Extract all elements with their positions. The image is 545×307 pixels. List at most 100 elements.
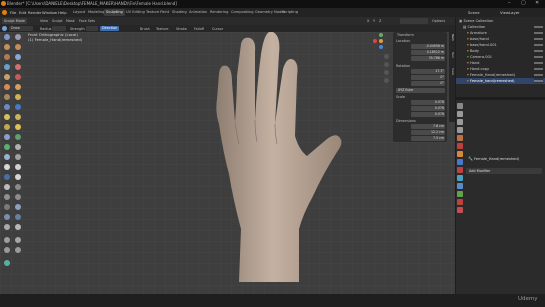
menu-window[interactable]: Window — [42, 10, 57, 15]
scene-selector[interactable]: Scene — [468, 10, 480, 15]
mode-selector[interactable]: Sculpt Mode — [2, 18, 27, 24]
box-face-set-tool-icon[interactable] — [4, 194, 10, 200]
cursor-menu[interactable]: Cursor — [212, 27, 223, 31]
smooth-tool-icon[interactable] — [15, 74, 21, 80]
draw-brush-icon[interactable] — [2, 26, 7, 31]
object-props-icon[interactable] — [457, 151, 463, 157]
tab-texture-paint[interactable]: Texture Paint — [144, 9, 171, 16]
tab-scripting[interactable]: Scripting — [280, 9, 300, 16]
view-layer-selector[interactable]: ViewLayer — [500, 10, 520, 15]
rotate-tool-icon[interactable] — [15, 134, 21, 140]
color-filter-tool-icon[interactable] — [15, 214, 21, 220]
tab-layout[interactable]: Layout — [71, 9, 87, 16]
symmetry-z[interactable]: Z — [379, 19, 381, 23]
clay-strips-tool-icon[interactable] — [15, 44, 21, 50]
nudge-tool-icon[interactable] — [4, 134, 10, 140]
dimensions-y-field[interactable]: 12.2 cm — [411, 130, 445, 135]
draw-face-sets-tool-icon[interactable] — [15, 164, 21, 170]
menu-view[interactable]: View — [40, 19, 48, 23]
scale-y-field[interactable]: 0.078 — [411, 106, 445, 111]
pan-icon[interactable] — [384, 62, 389, 67]
scale-z-field[interactable]: 0.078 — [411, 112, 445, 117]
gizmo-y-axis[interactable] — [379, 33, 383, 37]
mesh-filter-tool-icon[interactable] — [15, 204, 21, 210]
constraints-props-icon[interactable] — [457, 183, 463, 189]
pinch-tool-icon[interactable] — [4, 104, 10, 110]
transform-panel-title[interactable]: Transform — [397, 33, 414, 37]
crease-tool-icon[interactable] — [4, 74, 10, 80]
stroke-menu[interactable]: Stroke — [176, 27, 187, 31]
pose-tool-icon[interactable] — [15, 124, 21, 130]
output-props-icon[interactable] — [457, 119, 463, 125]
blender-menu-icon[interactable] — [2, 10, 7, 15]
menu-edit[interactable]: Edit — [19, 10, 26, 15]
close-button[interactable]: ✕ — [535, 1, 539, 6]
hand-mesh[interactable] — [195, 32, 355, 294]
cloth-tool-icon[interactable] — [4, 154, 10, 160]
menu-file[interactable]: File — [10, 10, 16, 15]
move-tool-icon[interactable] — [4, 237, 10, 243]
outliner-row-selected[interactable]: ▾ Female_hand(remeshed) — [456, 78, 545, 84]
symmetry-y[interactable]: Y — [373, 19, 375, 23]
annotate-tool-icon[interactable] — [4, 260, 10, 266]
gizmo-z-axis[interactable] — [379, 45, 383, 49]
zoom-icon[interactable] — [384, 54, 389, 59]
falloff-menu[interactable]: Falloff — [194, 27, 204, 31]
clay-tool-icon[interactable] — [4, 44, 10, 50]
menu-face-sets[interactable]: Face Sets — [79, 19, 95, 23]
clay-thumb-tool-icon[interactable] — [4, 54, 10, 60]
tab-view[interactable]: View — [449, 68, 455, 75]
menu-help[interactable]: Help — [58, 10, 67, 15]
modifier-props-icon[interactable] — [457, 159, 463, 165]
data-props-icon[interactable] — [457, 191, 463, 197]
scale-tool-icon[interactable] — [4, 247, 10, 253]
fill-tool-icon[interactable] — [15, 84, 21, 90]
tab-tool[interactable]: Tool — [449, 52, 455, 58]
location-x-field[interactable]: -0.04956 m — [411, 44, 445, 49]
render-props-icon[interactable] — [457, 111, 463, 117]
boundary-tool-icon[interactable] — [15, 144, 21, 150]
camera-view-icon[interactable] — [384, 70, 389, 75]
simplify-tool-icon[interactable] — [15, 154, 21, 160]
rotation-y-field[interactable]: 0° — [411, 75, 445, 80]
tool-props-icon[interactable] — [457, 103, 463, 109]
rotation-z-field[interactable]: 0° — [411, 81, 445, 86]
thumb-tool-icon[interactable] — [4, 124, 10, 130]
direction-add-button[interactable]: Direction — [100, 25, 120, 31]
dimensions-z-field[interactable]: 7.5 cm — [411, 136, 445, 141]
transform-tool-icon[interactable] — [15, 247, 21, 253]
gizmo-x-axis[interactable] — [373, 39, 377, 43]
menu-render[interactable]: Render — [28, 10, 42, 15]
menu-sculpt[interactable]: Sculpt — [52, 19, 63, 23]
draw-sharp-tool-icon[interactable] — [15, 34, 21, 40]
tab-sculpting[interactable]: Sculpting — [104, 9, 125, 16]
slide-relax-tool-icon[interactable] — [4, 144, 10, 150]
brush-menu[interactable]: Brush — [140, 27, 150, 31]
line-project-tool-icon[interactable] — [4, 204, 10, 210]
rotation-mode-dropdown[interactable]: XYZ Euler — [396, 88, 445, 93]
viewport-shading-icons[interactable] — [400, 18, 428, 24]
radius-field[interactable] — [52, 25, 66, 31]
draw-tool-icon[interactable] — [4, 34, 10, 40]
particles-props-icon[interactable] — [457, 167, 463, 173]
paint-tool-icon[interactable] — [15, 174, 21, 180]
flatten-tool-icon[interactable] — [4, 84, 10, 90]
mask-tool-icon[interactable] — [4, 164, 10, 170]
tab-shading[interactable]: Shading — [170, 9, 189, 16]
cloth-filter-tool-icon[interactable] — [4, 214, 10, 220]
scene-props-icon[interactable] — [457, 135, 463, 141]
mask-by-color-tool-icon[interactable] — [15, 224, 21, 230]
snake-hook-tool-icon[interactable] — [15, 114, 21, 120]
physics-props-icon[interactable] — [457, 175, 463, 181]
box-mask-tool-icon[interactable] — [15, 184, 21, 190]
box-trim-tool-icon[interactable] — [15, 194, 21, 200]
grab-tool-icon[interactable] — [15, 104, 21, 110]
dimensions-x-field[interactable]: 7.8 cm — [411, 124, 445, 129]
visibility-eye-icons[interactable] — [534, 25, 543, 83]
minimize-button[interactable]: – — [508, 1, 511, 6]
elastic-deform-tool-icon[interactable] — [4, 114, 10, 120]
perspective-toggle-icon[interactable] — [384, 78, 389, 83]
texture-props-icon[interactable] — [457, 207, 463, 213]
smear-tool-icon[interactable] — [4, 184, 10, 190]
menu-mask[interactable]: Mask — [66, 19, 75, 23]
